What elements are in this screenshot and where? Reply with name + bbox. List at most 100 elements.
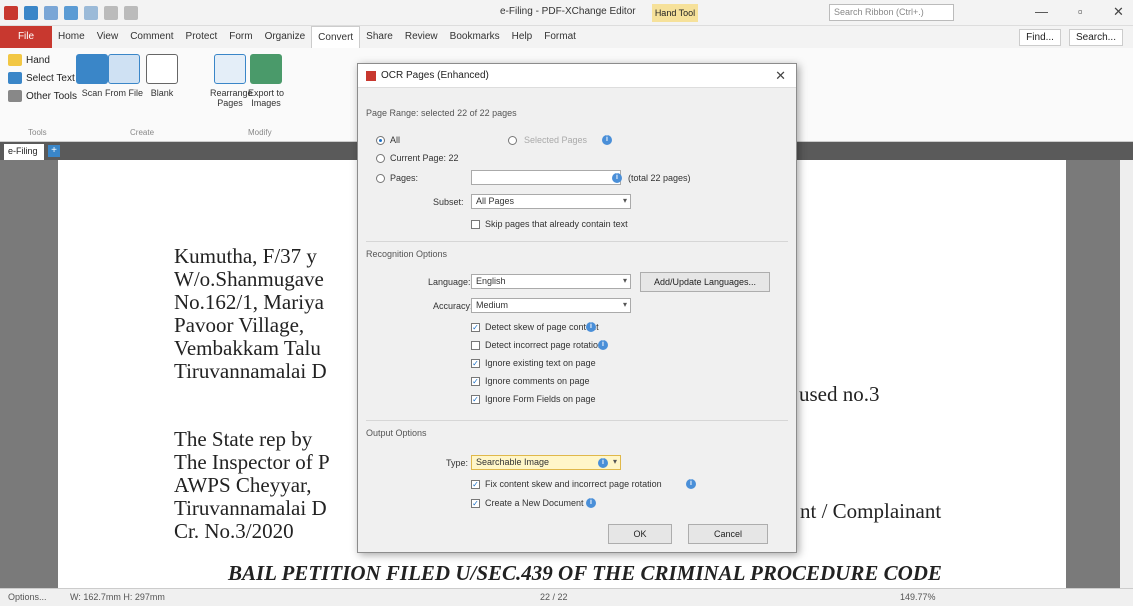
all-pages-radio[interactable] bbox=[376, 136, 385, 145]
hand-label: Hand bbox=[26, 54, 50, 66]
address-line: Vembakkam Talu bbox=[174, 336, 321, 360]
address-line: W/o.Shanmugave bbox=[174, 267, 324, 291]
output-options-label: Output Options bbox=[366, 428, 427, 438]
address-line: No.162/1, Mariya bbox=[174, 290, 324, 314]
file-menu-button[interactable]: File bbox=[0, 26, 52, 48]
tools-icon bbox=[8, 90, 22, 102]
subset-label: Subset: bbox=[433, 197, 464, 207]
modify-group-label: Modify bbox=[248, 128, 272, 137]
menu-share[interactable]: Share bbox=[360, 26, 399, 48]
redo-icon[interactable] bbox=[124, 5, 138, 20]
menu-bar: File Home View Comment Protect Form Orga… bbox=[0, 25, 1133, 49]
language-label: Language: bbox=[428, 277, 471, 287]
context-tab-title: Hand Tool bbox=[652, 4, 698, 22]
dialog-close-button[interactable]: ✕ bbox=[775, 68, 786, 84]
skip-pages-checkbox[interactable] bbox=[471, 220, 480, 229]
menu-bookmarks[interactable]: Bookmarks bbox=[444, 26, 506, 48]
blank-button[interactable]: Blank bbox=[142, 54, 182, 98]
ignore-text-checkbox[interactable]: ✓ bbox=[471, 359, 480, 368]
add-languages-button[interactable]: Add/Update Languages... bbox=[640, 272, 770, 292]
skip-pages-label: Skip pages that already contain text bbox=[485, 219, 628, 229]
menu-comment[interactable]: Comment bbox=[124, 26, 179, 48]
menu-format[interactable]: Format bbox=[538, 26, 582, 48]
address-line: Kumutha, F/37 y bbox=[174, 244, 317, 268]
info-icon: i bbox=[586, 498, 596, 508]
language-select[interactable]: English bbox=[471, 274, 631, 289]
zoom-field[interactable]: 149.77% bbox=[900, 592, 936, 602]
other-tools-label: Other Tools bbox=[26, 90, 77, 102]
print-icon[interactable] bbox=[64, 5, 78, 20]
output-option-label: Fix content skew and incorrect page rota… bbox=[485, 479, 662, 489]
option-label: Ignore comments on page bbox=[485, 376, 590, 386]
from-file-label: From File bbox=[105, 88, 143, 98]
export-images-label: Export to Images bbox=[247, 88, 285, 108]
ok-button[interactable]: OK bbox=[608, 524, 672, 544]
menu-protect[interactable]: Protect bbox=[180, 26, 224, 48]
create-group-label: Create bbox=[130, 128, 155, 137]
search-button[interactable]: Search... bbox=[1068, 29, 1123, 46]
ocr-dialog: OCR Pages (Enhanced) ✕ Page Range: selec… bbox=[357, 63, 797, 553]
complainant-label: nt / Complainant bbox=[800, 499, 942, 523]
tools-group-label: Tools bbox=[28, 128, 47, 137]
subset-select[interactable]: All Pages bbox=[471, 194, 631, 209]
menu-organize[interactable]: Organize bbox=[259, 26, 312, 48]
current-page-radio[interactable] bbox=[376, 154, 385, 163]
ribbon-search-input[interactable]: Search Ribbon (Ctrl+.) bbox=[829, 4, 954, 21]
pages-radio[interactable] bbox=[376, 174, 385, 183]
new-tab-button[interactable]: + bbox=[48, 145, 60, 157]
close-window-button[interactable]: ✕ bbox=[1113, 4, 1124, 20]
rearrange-icon bbox=[214, 54, 246, 84]
accuracy-select[interactable]: Medium bbox=[471, 298, 631, 313]
page-size-readout: W: 162.7mm H: 297mm bbox=[70, 592, 165, 602]
pages-range-input[interactable] bbox=[471, 170, 621, 185]
file-icon bbox=[108, 54, 140, 84]
page-number-field[interactable]: 22 / 22 bbox=[540, 592, 568, 602]
detect-rotation-checkbox[interactable] bbox=[471, 341, 480, 350]
option-label: Detect incorrect page rotation bbox=[485, 340, 604, 350]
menu-view[interactable]: View bbox=[91, 26, 125, 48]
undo-icon[interactable] bbox=[104, 5, 118, 20]
blank-label: Blank bbox=[150, 88, 174, 98]
petition-heading: BAIL PETITION FILED U/SEC.439 OF THE CRI… bbox=[228, 561, 942, 585]
hand-tool-button[interactable]: Hand bbox=[8, 54, 77, 66]
minimize-button[interactable]: — bbox=[1035, 4, 1048, 19]
document-tab[interactable]: e-Filing bbox=[4, 144, 44, 160]
cancel-button[interactable]: Cancel bbox=[688, 524, 768, 544]
blank-page-icon bbox=[146, 54, 178, 84]
ignore-form-fields-checkbox[interactable]: ✓ bbox=[471, 395, 480, 404]
pages-label: Pages: bbox=[390, 173, 419, 183]
ignore-comments-checkbox[interactable]: ✓ bbox=[471, 377, 480, 386]
status-bar: Options... W: 162.7mm H: 297mm 22 / 22 1… bbox=[0, 588, 1133, 606]
menu-convert[interactable]: Convert bbox=[311, 25, 361, 49]
selected-pages-radio[interactable] bbox=[508, 136, 517, 145]
output-option-label: Create a New Document bbox=[485, 498, 584, 508]
options-button[interactable]: Options... bbox=[8, 592, 47, 602]
menu-help[interactable]: Help bbox=[506, 26, 539, 48]
detect-skew-checkbox[interactable]: ✓ bbox=[471, 323, 480, 332]
create-new-document-checkbox[interactable]: ✓ bbox=[471, 499, 480, 508]
quick-access-toolbar bbox=[0, 5, 138, 20]
menu-form[interactable]: Form bbox=[223, 26, 258, 48]
rearrange-pages-button[interactable]: Rearrange Pages bbox=[210, 54, 253, 108]
find-button[interactable]: Find... bbox=[1019, 29, 1061, 46]
from-file-button[interactable]: From File bbox=[104, 54, 144, 98]
recognition-options-label: Recognition Options bbox=[366, 249, 448, 259]
maximize-button[interactable]: ▫ bbox=[1078, 4, 1083, 19]
select-text-button[interactable]: Select Text bbox=[8, 72, 77, 84]
vertical-scrollbar[interactable] bbox=[1120, 160, 1133, 588]
menu-review[interactable]: Review bbox=[399, 26, 444, 48]
other-tools-button[interactable]: Other Tools bbox=[8, 90, 77, 102]
accuracy-label: Accuracy: bbox=[433, 301, 473, 311]
app-logo-icon bbox=[4, 5, 18, 20]
info-icon: i bbox=[598, 340, 608, 350]
save-icon[interactable] bbox=[44, 5, 58, 20]
all-pages-label: All bbox=[390, 135, 401, 145]
open-icon[interactable] bbox=[24, 5, 38, 20]
respondent-line: AWPS Cheyyar, bbox=[174, 473, 312, 497]
respondent-line: Tiruvannamalai D bbox=[174, 496, 327, 520]
info-icon: i bbox=[586, 322, 596, 332]
scan-icon[interactable] bbox=[84, 5, 98, 20]
export-images-button[interactable]: Export to Images bbox=[246, 54, 286, 108]
fix-skew-checkbox[interactable]: ✓ bbox=[471, 480, 480, 489]
menu-home[interactable]: Home bbox=[52, 26, 91, 48]
